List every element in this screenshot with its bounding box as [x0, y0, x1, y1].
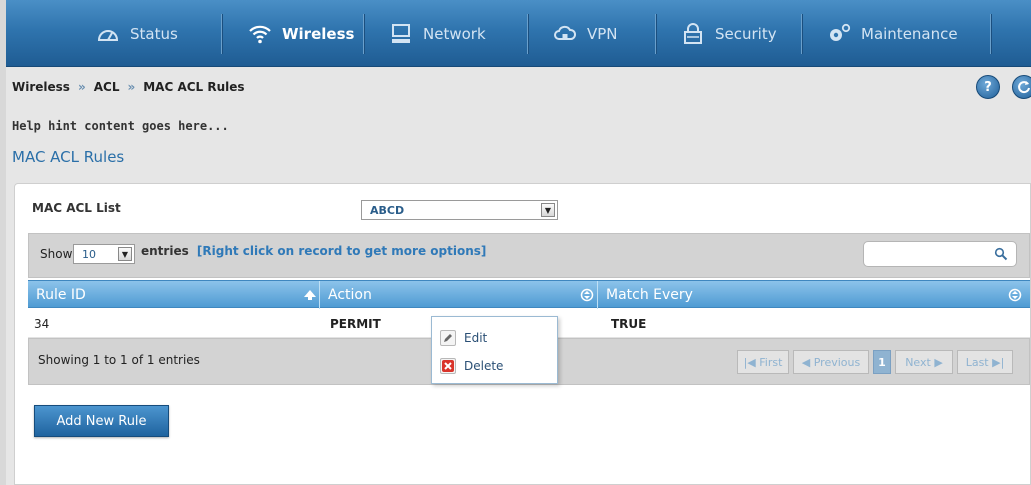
nav-tab-vpn[interactable]: VPN: [533, 0, 638, 67]
breadcrumb-separator: »: [77, 80, 86, 94]
pagination-last-label: Last: [965, 355, 989, 369]
nav-tab-network[interactable]: Network: [369, 0, 506, 67]
column-header-action[interactable]: Action: [320, 281, 596, 309]
pagination-next-button[interactable]: Next ▶: [895, 350, 953, 374]
column-header-rule-id[interactable]: Rule ID: [28, 281, 318, 309]
entries-label: entries: [141, 244, 189, 258]
cell-match-every: TRUE: [611, 317, 647, 331]
nav-tab-label: Wireless: [282, 24, 355, 43]
pagination-next-label: Next: [905, 355, 931, 369]
refresh-icon: [1018, 81, 1030, 94]
context-menu: Edit Delete: [431, 316, 558, 384]
nav-tab-label: Status: [130, 24, 178, 43]
breadcrumb: Wireless » ACL » MAC ACL Rules ?: [6, 67, 1031, 107]
pagination-page-button[interactable]: 1: [873, 350, 891, 374]
wifi-icon: [248, 23, 272, 45]
page-title: MAC ACL Rules: [12, 148, 125, 166]
top-nav-bar: Status Wireless Network VPN Security Mai…: [6, 0, 1031, 67]
nav-tab-label: VPN: [587, 24, 618, 43]
search-input[interactable]: [863, 241, 1017, 267]
previous-icon: ◀: [801, 355, 811, 369]
nav-tab-status[interactable]: Status: [76, 0, 198, 67]
next-icon: ▶: [934, 355, 943, 369]
delete-x-icon: [440, 358, 456, 374]
showing-entries-text: Showing 1 to 1 of 1 entries: [38, 353, 200, 367]
nav-tab-maintenance[interactable]: Maintenance: [807, 0, 978, 67]
pencil-icon: [440, 330, 456, 346]
mac-acl-list-select[interactable]: ABCD ▼: [361, 200, 558, 220]
nav-tab-label: Security: [715, 24, 777, 43]
help-hint-text: Help hint content goes here...: [12, 119, 229, 133]
add-new-rule-button[interactable]: Add New Rule: [34, 405, 169, 437]
mac-acl-list-label: MAC ACL List: [32, 201, 121, 215]
chevron-down-icon[interactable]: ▼: [118, 247, 132, 261]
gears-icon: [827, 23, 851, 45]
entries-label-group: entries [Right click on record to get mo…: [141, 244, 486, 258]
table-header: Rule ID Action Match Every: [28, 280, 1030, 309]
refresh-button[interactable]: [1012, 75, 1031, 99]
nav-tab-wireless[interactable]: Wireless: [228, 0, 374, 67]
context-menu-edit[interactable]: Edit: [440, 327, 487, 349]
last-icon: ▶|: [992, 355, 1005, 369]
help-icon: ?: [984, 79, 992, 95]
breadcrumb-item-mac-acl-rules: MAC ACL Rules: [143, 80, 245, 94]
breadcrumb-item-acl[interactable]: ACL: [94, 80, 120, 94]
nav-tab-security[interactable]: Security: [661, 0, 797, 67]
column-header-label: Match Every: [606, 287, 693, 303]
pagination-previous-label: Previous: [813, 355, 861, 369]
cloud-lock-icon: [553, 23, 577, 45]
first-icon: |◀: [743, 355, 756, 369]
pagination-previous-button[interactable]: ◀ Previous: [793, 350, 869, 374]
chevron-down-icon[interactable]: ▼: [541, 203, 555, 217]
pagination-first-button[interactable]: |◀ First: [737, 350, 789, 374]
pagination-first-label: First: [759, 355, 783, 369]
mac-acl-list-value: ABCD: [370, 204, 405, 217]
computer-icon: [389, 23, 413, 45]
column-header-label: Rule ID: [36, 287, 86, 303]
cell-rule-id: 34: [34, 317, 50, 331]
breadcrumb-separator: »: [127, 80, 136, 94]
context-menu-delete[interactable]: Delete: [440, 355, 503, 377]
sort-up-icon[interactable]: [303, 288, 317, 302]
nav-tab-label: Network: [423, 24, 486, 43]
sort-both-icon[interactable]: [580, 288, 594, 302]
show-label: Show: [40, 247, 73, 261]
column-header-match-every[interactable]: Match Every: [598, 281, 1028, 309]
context-menu-label: Delete: [464, 359, 504, 373]
entries-per-page-select[interactable]: 10 ▼: [73, 244, 135, 264]
right-click-hint: [Right click on record to get more optio…: [196, 244, 487, 258]
context-menu-label: Edit: [464, 331, 488, 345]
entries-per-page-value: 10: [82, 248, 96, 261]
nav-tab-label: Maintenance: [861, 24, 958, 43]
column-header-label: Action: [328, 287, 372, 303]
help-button[interactable]: ?: [976, 75, 1000, 99]
padlock-icon: [681, 22, 705, 45]
dashboard-icon: [96, 23, 120, 45]
pagination-last-button[interactable]: Last ▶|: [957, 350, 1013, 374]
breadcrumb-item-wireless[interactable]: Wireless: [12, 80, 70, 94]
cell-action: PERMIT: [330, 317, 381, 331]
search-icon: [994, 247, 1008, 261]
sort-both-icon[interactable]: [1008, 288, 1022, 302]
